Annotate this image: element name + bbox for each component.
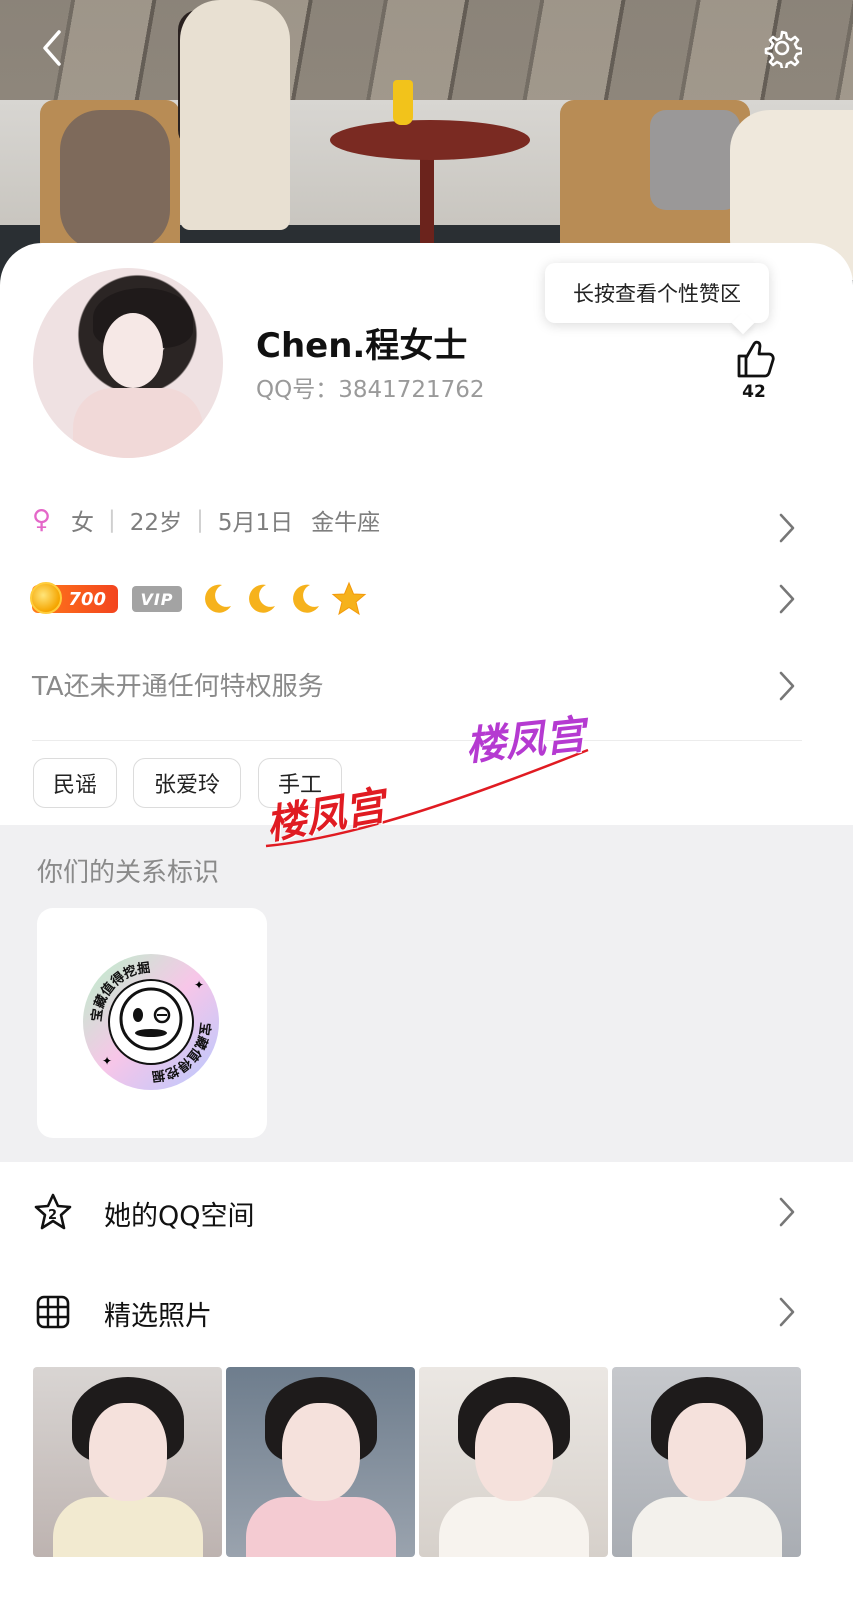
chevron-right-icon[interactable] xyxy=(776,669,798,703)
nickname: Chen.程女士 xyxy=(256,326,468,366)
interest-tag[interactable]: 民谣 xyxy=(33,758,117,808)
age: 22岁 xyxy=(129,510,183,536)
zodiac: 金牛座 xyxy=(311,510,381,536)
coin-icon xyxy=(30,582,62,614)
qq-number-row: QQ号：3841721762 xyxy=(256,370,485,404)
chevron-right-icon[interactable] xyxy=(776,582,798,616)
qzone-row[interactable]: 2 她的QQ空间 xyxy=(0,1172,853,1252)
moon-icon xyxy=(242,580,280,618)
gear-icon xyxy=(764,30,802,68)
svg-text:2: 2 xyxy=(48,1208,57,1223)
thumbs-up-icon xyxy=(737,340,775,378)
photo-thumbnail[interactable] xyxy=(419,1367,608,1557)
relation-title: 你们的关系标识 xyxy=(37,858,220,888)
level-value: 700 xyxy=(68,588,106,610)
grid-icon xyxy=(36,1295,70,1329)
like-tooltip: 长按查看个性赞区 xyxy=(545,263,769,323)
qzone-label: 她的QQ空间 xyxy=(104,1201,255,1232)
star-icon xyxy=(330,580,368,618)
basic-info-row[interactable]: ♀ 女 | 22岁 | 5月1日 金牛座 xyxy=(32,500,380,540)
featured-photos-row[interactable]: 精选照片 xyxy=(0,1272,853,1352)
photo-strip xyxy=(33,1367,801,1557)
vip-badge: VIP xyxy=(132,586,182,612)
separator: | xyxy=(196,507,204,533)
qq-label: QQ号： xyxy=(256,377,339,403)
featured-photos-label: 精选照片 xyxy=(104,1301,212,1332)
avatar[interactable] xyxy=(33,268,223,458)
svg-text:✦: ✦ xyxy=(194,978,204,992)
female-icon: ♀ xyxy=(32,505,52,535)
chevron-left-icon xyxy=(43,30,61,66)
interest-tag[interactable]: 张爱玲 xyxy=(133,758,241,808)
privilege-text[interactable]: TA还未开通任何特权服务 xyxy=(32,666,324,703)
qzone-star-icon: 2 xyxy=(34,1193,72,1230)
level-badge: 700 xyxy=(30,582,118,614)
like-button[interactable] xyxy=(730,338,778,380)
photo-thumbnail[interactable] xyxy=(226,1367,415,1557)
chevron-right-icon xyxy=(779,1197,795,1227)
treasure-badge-icon: 宝藏值得挖掘 宝藏值得挖掘 ✦ ✦ xyxy=(83,954,219,1090)
moon-icon xyxy=(198,580,236,618)
badges-row[interactable]: 700 VIP xyxy=(30,577,368,621)
qq-number: 3841721762 xyxy=(338,377,485,403)
separator: | xyxy=(108,507,116,533)
birthday: 5月1日 xyxy=(217,510,294,536)
gender: 女 xyxy=(71,510,95,536)
svg-text:✦: ✦ xyxy=(102,1054,112,1068)
chevron-right-icon xyxy=(779,1297,795,1327)
photo-thumbnail[interactable] xyxy=(33,1367,222,1557)
photo-thumbnail[interactable] xyxy=(612,1367,801,1557)
moon-icon xyxy=(286,580,324,618)
chevron-right-icon[interactable] xyxy=(776,511,798,545)
back-button[interactable] xyxy=(28,24,76,72)
like-count: 42 xyxy=(742,382,766,402)
settings-button[interactable] xyxy=(758,24,806,72)
